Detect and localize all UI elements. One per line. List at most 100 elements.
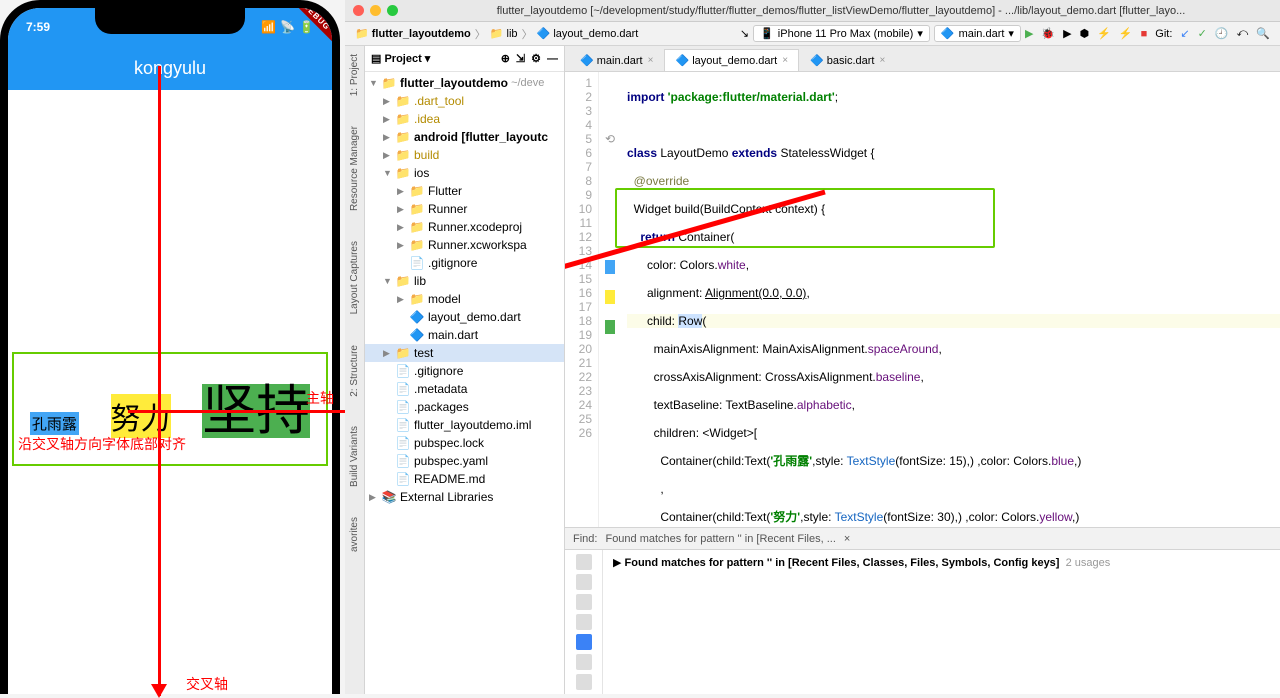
tree-item[interactable]: ▶📁test <box>365 344 564 362</box>
maximize-window-icon[interactable] <box>387 5 398 16</box>
breadcrumb[interactable]: 🔷 layout_demo.dart <box>537 27 639 40</box>
app-bar: kongyulu <box>8 46 332 90</box>
signal-icon: 📶 <box>261 20 276 34</box>
find-label: Find: <box>573 533 597 545</box>
demo-box-1: 孔雨露 <box>30 412 79 435</box>
titlebar[interactable]: flutter_layoutdemo [~/development/study/… <box>345 0 1280 22</box>
close-icon[interactable]: × <box>844 533 850 545</box>
tree-item[interactable]: ▶📁Runner.xcworkspa <box>365 236 564 254</box>
tree-item[interactable]: 📄.gitignore <box>365 254 564 272</box>
run-config-selector[interactable]: 🔷 main.dart ▾ <box>934 25 1021 42</box>
coverage-icon[interactable]: ⬢ <box>1080 27 1090 40</box>
breadcrumb[interactable]: 📁 lib <box>490 27 518 40</box>
tree-item[interactable]: ▶📚External Libraries <box>365 488 564 506</box>
tree-item[interactable]: 📄.gitignore <box>365 362 564 380</box>
tool-tab-favorites[interactable]: avorites <box>349 517 360 552</box>
locate-file-icon[interactable]: ⊕ <box>501 52 510 65</box>
find-results-pane: ▶ Found matches for pattern '' in [Recen… <box>565 549 1280 694</box>
tree-item[interactable]: ▼📁flutter_layoutdemo ~/deve <box>365 74 564 92</box>
hot-reload-icon[interactable]: ⚡ <box>1119 27 1133 40</box>
tree-item[interactable]: 📄pubspec.yaml <box>365 452 564 470</box>
tree-item[interactable]: ▼📁lib <box>365 272 564 290</box>
find-toolbar <box>565 550 603 694</box>
filter-icon[interactable] <box>576 574 592 590</box>
editor-tab[interactable]: 🔷 basic.dart × <box>799 49 896 71</box>
tree-item[interactable]: ▶📁model <box>365 290 564 308</box>
attach-icon[interactable]: ⚡ <box>1097 27 1111 40</box>
profile-icon[interactable]: ▶ <box>1063 27 1071 40</box>
main-axis-label: 主轴 <box>306 388 334 408</box>
git-rollback-icon[interactable]: ⤺ <box>1237 27 1249 40</box>
app-title: kongyulu <box>134 58 206 79</box>
device-selector[interactable]: 📱 iPhone 11 Pro Max (mobile) ▾ <box>753 25 930 42</box>
project-view-selector[interactable]: ▤ Project ▾ <box>371 52 430 65</box>
tool-tab-structure[interactable]: 2: Structure <box>349 345 360 397</box>
baseline-annotation: 沿交叉轴方向字体底部对齐 <box>18 434 186 454</box>
expand-icon[interactable] <box>576 614 592 630</box>
git-update-icon[interactable]: ↙ <box>1180 27 1189 40</box>
window-controls <box>353 5 398 16</box>
stop-icon[interactable]: ■ <box>1141 28 1148 40</box>
phone-notch <box>95 8 245 34</box>
tool-tab-resource-manager[interactable]: Resource Manager <box>349 126 360 211</box>
tree-item[interactable]: ▶📁.idea <box>365 110 564 128</box>
editor-area: 🔷 main.dart ×🔷 layout_demo.dart ×🔷 basic… <box>565 46 1280 694</box>
tool-tab-project[interactable]: 1: Project <box>349 54 360 96</box>
editor-tab[interactable]: 🔷 layout_demo.dart × <box>664 49 799 71</box>
navigation-bar: 📁 flutter_layoutdemo 〉 📁 lib 〉 🔷 layout_… <box>345 22 1280 46</box>
tree-item[interactable]: 📄pubspec.lock <box>365 434 564 452</box>
tree-item[interactable]: 📄flutter_layoutdemo.iml <box>365 416 564 434</box>
hide-icon[interactable]: — <box>547 53 558 65</box>
tree-item[interactable]: ▶📁build <box>365 146 564 164</box>
line-number-gutter[interactable]: 1234567891011121314151617181920212223242… <box>565 72 599 527</box>
tree-item[interactable]: ▼📁ios <box>365 164 564 182</box>
tree-item[interactable]: ▶📁android [flutter_layoutc <box>365 128 564 146</box>
git-history-icon[interactable]: 🕘 <box>1215 27 1229 40</box>
tree-item[interactable]: ▶📁.dart_tool <box>365 92 564 110</box>
tree-item[interactable]: 🔷main.dart <box>365 326 564 344</box>
add-config-icon[interactable]: ↘ <box>740 27 749 40</box>
editor-tab[interactable]: 🔷 main.dart × <box>569 49 664 71</box>
breadcrumb[interactable]: 📁 flutter_layoutdemo <box>355 27 471 40</box>
minimize-window-icon[interactable] <box>370 5 381 16</box>
gear-icon[interactable]: ⚙ <box>531 52 541 65</box>
git-commit-icon[interactable]: ✓ <box>1198 27 1207 40</box>
pin-icon[interactable] <box>576 594 592 610</box>
tree-item[interactable]: 📄README.md <box>365 470 564 488</box>
code-content[interactable]: import 'package:flutter/material.dart'; … <box>621 72 1280 527</box>
collapse-all-icon[interactable]: ⇲ <box>516 52 525 65</box>
project-tool-window: ▤ Project ▾ ⊕ ⇲ ⚙ — ▼📁flutter_layoutdemo… <box>365 46 565 694</box>
group-icon[interactable] <box>576 654 592 670</box>
phone-simulator: DEBUG 7:59 📶 📡 🔋 kongyulu 孔雨露 努力 坚持 <box>0 0 340 694</box>
close-tab-icon[interactable]: × <box>782 55 788 66</box>
project-tree[interactable]: ▼📁flutter_layoutdemo ~/deve▶📁.dart_tool▶… <box>365 72 564 694</box>
close-window-icon[interactable] <box>353 5 364 16</box>
collapse-icon[interactable] <box>576 634 592 650</box>
ide-window: flutter_layoutdemo [~/development/study/… <box>345 0 1280 694</box>
tool-tab-build-variants[interactable]: Build Variants <box>349 426 360 487</box>
tree-item[interactable]: 📄.metadata <box>365 380 564 398</box>
run-icon[interactable]: ▶ <box>1025 27 1033 40</box>
main-axis-arrow <box>128 408 368 414</box>
debug-icon[interactable]: 🐞 <box>1041 27 1055 40</box>
cross-axis-arrow <box>156 66 162 696</box>
tree-item[interactable]: ▶📁Runner.xcodeproj <box>365 218 564 236</box>
chevron-right-icon: 〉 <box>522 26 533 42</box>
tool-tab-layout-captures[interactable]: Layout Captures <box>349 241 360 314</box>
git-label: Git: <box>1155 28 1172 40</box>
close-tab-icon[interactable]: × <box>880 55 886 66</box>
tree-item[interactable]: 🔷layout_demo.dart <box>365 308 564 326</box>
preview-icon[interactable] <box>576 674 592 690</box>
search-icon[interactable]: 🔍 <box>1256 27 1270 40</box>
rerun-icon[interactable] <box>576 554 592 570</box>
close-tab-icon[interactable]: × <box>648 55 654 66</box>
code-editor[interactable]: 1234567891011121314151617181920212223242… <box>565 72 1280 527</box>
find-summary[interactable]: Found matches for pattern '' in [Recent … <box>605 533 835 545</box>
editor-tabs: 🔷 main.dart ×🔷 layout_demo.dart ×🔷 basic… <box>565 46 1280 72</box>
find-results-body[interactable]: ▶ Found matches for pattern '' in [Recen… <box>603 550 1280 694</box>
phone-body: 孔雨露 努力 坚持 <box>8 90 332 694</box>
wifi-icon: 📡 <box>280 20 295 34</box>
tree-item[interactable]: 📄.packages <box>365 398 564 416</box>
tree-item[interactable]: ▶📁Flutter <box>365 182 564 200</box>
tree-item[interactable]: ▶📁Runner <box>365 200 564 218</box>
